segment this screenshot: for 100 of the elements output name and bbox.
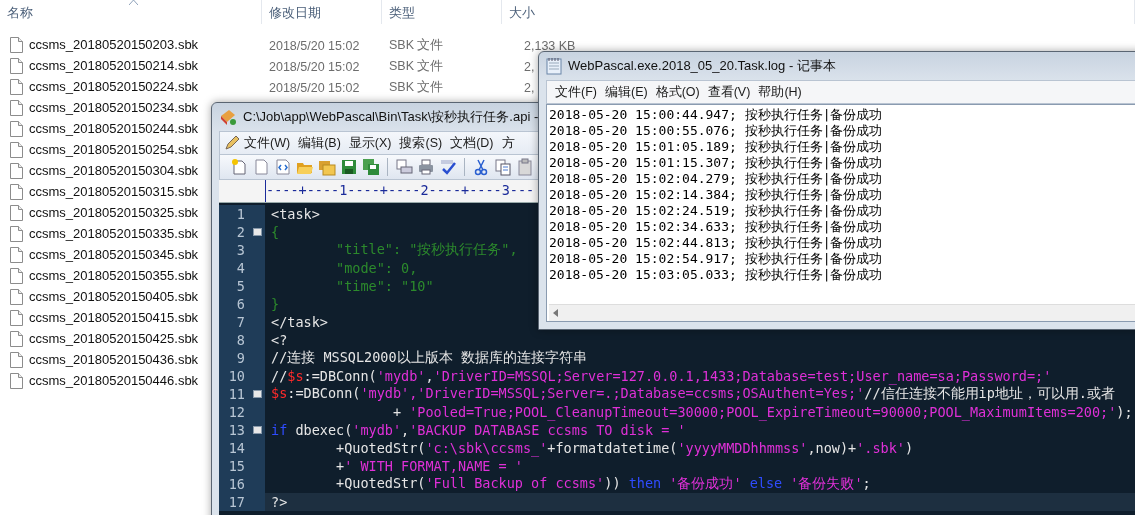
line-number: 13 — [228, 422, 245, 438]
line-number: 2 — [236, 224, 245, 240]
paste-icon[interactable] — [516, 158, 534, 176]
file-name[interactable]: ccsms_20180520150304.sbk — [29, 163, 199, 178]
menu-item[interactable]: 方 — [501, 134, 515, 152]
menu-item[interactable]: 查看(V) — [707, 83, 751, 101]
code-document-icon[interactable] — [274, 158, 292, 176]
column-header[interactable]: 修改日期 — [262, 0, 382, 24]
line-number: 10 — [228, 368, 245, 384]
menu-item[interactable]: 编辑(E) — [604, 83, 648, 101]
line-number: 1 — [236, 206, 245, 222]
log-line: 2018-05-20 15:02:54.917; 按秒执行任务|备份成功 — [549, 251, 884, 267]
menu-item[interactable]: 显示(X) — [348, 134, 392, 152]
file-name[interactable]: ccsms_20180520150325.sbk — [29, 205, 199, 220]
menu-item[interactable]: 文件(W) — [244, 134, 291, 152]
code-line: } — [270, 296, 280, 312]
file-name[interactable]: ccsms_20180520150335.sbk — [29, 226, 199, 241]
file-name[interactable]: ccsms_20180520150436.sbk — [29, 352, 199, 367]
code-line: + 'Pooled=True;POOL_CleanupTimeout=30000;POOL_ExpireTimeout=90000;POOL_MaximumItems=200;'); — [391, 404, 1133, 420]
code-line: //连接 MSSQL2000以上版本 数据库的连接字符串 — [270, 349, 587, 367]
code-line: <? — [270, 332, 288, 348]
line-number: 4 — [236, 260, 245, 276]
code-line: { — [270, 224, 280, 240]
ruler: ----+----1----+----2----+----3--- — [265, 180, 535, 202]
file-name[interactable]: ccsms_20180520150345.sbk — [29, 247, 199, 262]
text-area[interactable] — [546, 104, 1135, 322]
file-icon — [10, 246, 23, 263]
save-all-icon[interactable] — [362, 158, 380, 176]
file-name[interactable]: ccsms_20180520150254.sbk — [29, 142, 199, 157]
file-icon — [10, 351, 23, 368]
file-icon — [10, 183, 23, 200]
line-number: 6 — [236, 296, 245, 312]
file-type: SBK 文件 — [388, 80, 444, 94]
scissors-icon[interactable] — [472, 158, 490, 176]
log-line: 2018-05-20 15:02:04.279; 按秒执行任务|备份成功 — [549, 171, 884, 187]
save-icon[interactable] — [340, 158, 358, 176]
window-title: C:\Job\app\WebPascal\Bin\Task\按秒执行任务.api - — [243, 108, 539, 126]
file-name[interactable]: ccsms_20180520150425.sbk — [29, 331, 199, 346]
print-preview-icon[interactable] — [395, 158, 413, 176]
file-type: SBK 文件 — [388, 38, 444, 52]
log-line: 2018-05-20 15:01:05.189; 按秒执行任务|备份成功 — [549, 139, 884, 155]
fold-icon[interactable] — [253, 426, 262, 434]
file-name[interactable]: ccsms_20180520150224.sbk — [29, 79, 199, 94]
file-icon — [10, 99, 23, 116]
file-icon — [10, 162, 23, 179]
column-header[interactable]: 大小 — [502, 0, 1135, 24]
log-line: 2018-05-20 15:02:14.384; 按秒执行任务|备份成功 — [549, 187, 884, 203]
line-number: 11 — [228, 386, 245, 402]
menu-item[interactable]: 帮助(H) — [758, 83, 802, 101]
code-line: if dbexec('mydb','BACKUP DATABASE ccsms TO disk = ' — [270, 422, 686, 438]
file-name[interactable]: ccsms_20180520150415.sbk — [29, 310, 199, 325]
code-line: </task> — [270, 314, 328, 330]
column-header[interactable]: 类型 — [382, 0, 502, 24]
log-line: 2018-05-20 15:02:44.813; 按秒执行任务|备份成功 — [549, 235, 884, 251]
file-name[interactable]: ccsms_20180520150203.sbk — [29, 37, 199, 52]
spellcheck-icon[interactable] — [439, 158, 457, 176]
code-line: <task> — [270, 206, 320, 222]
code-line: "title": "按秒执行任务", — [335, 241, 518, 259]
menu-item[interactable]: 文档(D) — [450, 134, 494, 152]
menu-item[interactable]: 搜索(S) — [399, 134, 443, 152]
code-line: $s:=DBConn('mydb','DriverID=MSSQL;Server=.;Database=ccsms;OSAuthent=Yes;'//信任连接不能用ip地址，可以用.或者 — [270, 385, 1115, 403]
menu-item[interactable]: 编辑(B) — [298, 134, 341, 152]
log-line: 2018-05-20 15:02:34.633; 按秒执行任务|备份成功 — [549, 219, 884, 235]
file-icon — [10, 36, 23, 53]
printer-icon[interactable] — [417, 158, 435, 176]
menu-item[interactable]: 文件(F) — [555, 83, 597, 101]
modified-date: 2018/5/20 15:02 — [268, 38, 360, 53]
column-header[interactable]: 名称 — [0, 0, 262, 24]
fold-icon[interactable] — [253, 390, 262, 398]
log-line: 2018-05-20 15:00:44.947; 按秒执行任务|备份成功 — [549, 107, 884, 123]
new-document-icon[interactable] — [230, 158, 248, 176]
file-icon — [10, 120, 23, 137]
file-name[interactable]: ccsms_20180520150355.sbk — [29, 268, 199, 283]
menu-item[interactable]: 格式(O) — [655, 83, 700, 101]
file-type: SBK 文件 — [388, 59, 444, 73]
line-number: 12 — [228, 404, 245, 420]
file-icon — [10, 78, 23, 95]
file-name[interactable]: ccsms_20180520150446.sbk — [29, 373, 199, 388]
scroll-left-icon[interactable] — [553, 309, 559, 317]
fold-icon[interactable] — [253, 228, 262, 236]
file-name[interactable]: ccsms_20180520150315.sbk — [29, 184, 199, 199]
code-line: +QuotedStr('c:\sbk\ccsms_'+formatdatetime('yyyyMMDDhhmmss',now)+'.sbk') — [335, 440, 914, 456]
line-number: 15 — [228, 458, 245, 474]
file-size: 2, — [523, 59, 535, 74]
code-line: //$s:=DBConn('mydb','DriverID=MSSQL;Server=127.0.0.1,1433;Database=test;User_name=sa;Password=;' — [270, 368, 1052, 384]
code-line: "time": "10" — [335, 278, 434, 294]
file-name[interactable]: ccsms_20180520150234.sbk — [29, 100, 199, 115]
line-number: 14 — [228, 440, 245, 456]
file-name[interactable]: ccsms_20180520150214.sbk — [29, 58, 199, 73]
file-name[interactable]: ccsms_20180520150244.sbk — [29, 121, 199, 136]
line-number: 7 — [236, 314, 245, 330]
modified-date: 2018/5/20 15:02 — [268, 59, 360, 74]
horizontal-scrollbar[interactable] — [549, 304, 1135, 321]
file-icon — [10, 288, 23, 305]
file-icon — [10, 267, 23, 284]
file-name[interactable]: ccsms_20180520150405.sbk — [29, 289, 199, 304]
file-icon — [10, 309, 23, 326]
copy-icon[interactable] — [494, 158, 512, 176]
log-line: 2018-05-20 15:00:55.076; 按秒执行任务|备份成功 — [549, 123, 884, 139]
line-number: 5 — [236, 278, 245, 294]
